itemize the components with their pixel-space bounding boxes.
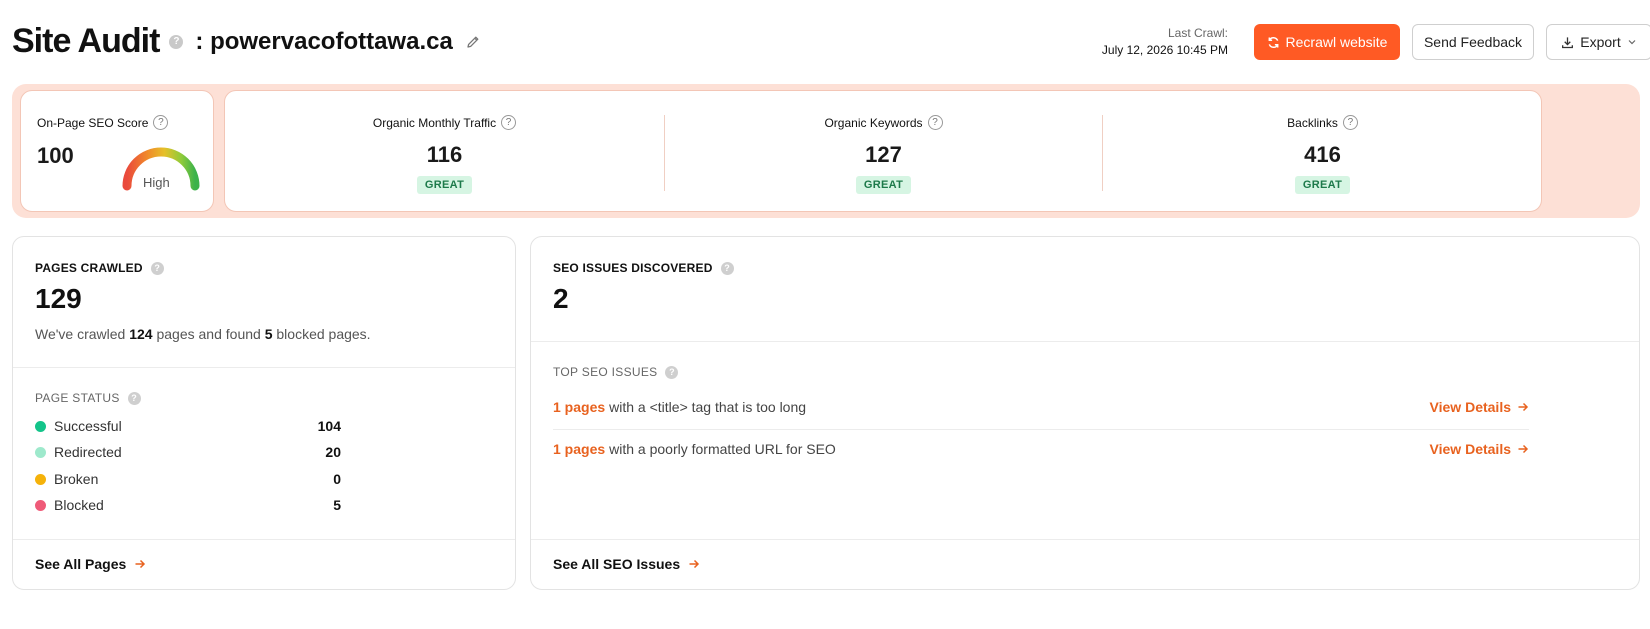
- recrawl-button[interactable]: Recrawl website: [1254, 24, 1400, 60]
- help-icon[interactable]: ?: [127, 391, 141, 405]
- metrics-card: Organic Monthly Traffic ? 116 GREAT Orga…: [224, 90, 1542, 212]
- arrow-right-icon: [1518, 444, 1529, 454]
- status-dot: [35, 499, 46, 511]
- pencil-icon[interactable]: [465, 34, 481, 50]
- status-dot: [35, 473, 46, 485]
- metric-backlinks: Backlinks ? 416 GREAT: [1103, 91, 1542, 213]
- issue-count[interactable]: 1 pages: [553, 399, 605, 415]
- metric-label: Organic Keywords ?: [664, 115, 1103, 130]
- refresh-icon: [1268, 36, 1278, 48]
- last-crawl-date: July 12, 2026 10:45 PM: [1101, 43, 1228, 57]
- status-badge: GREAT: [855, 176, 912, 194]
- issue-row: 1 pages with a poorly formatted URL for …: [553, 439, 1529, 459]
- status-badge: GREAT: [1294, 176, 1351, 194]
- recrawl-label: Recrawl website: [1285, 34, 1388, 50]
- help-icon[interactable]: ?: [1342, 115, 1358, 130]
- status-dot: [35, 446, 46, 458]
- download-icon: [1562, 36, 1574, 48]
- status-row-broken: Broken 0: [35, 469, 341, 489]
- divider: [531, 341, 1639, 342]
- domain-name: : powervacofottawa.ca: [195, 27, 453, 55]
- pages-crawled-total: 129: [35, 283, 82, 314]
- metric-label: Backlinks ?: [1103, 115, 1542, 130]
- divider: [553, 429, 1529, 430]
- arrow-right-icon: [135, 559, 146, 569]
- see-all-seo-issues-link[interactable]: See All SEO Issues: [553, 556, 700, 572]
- metric-organic-keywords: Organic Keywords ? 127 GREAT: [664, 91, 1103, 213]
- metric-value: 416: [1304, 142, 1341, 167]
- divider: [13, 539, 515, 540]
- help-icon[interactable]: ?: [927, 115, 943, 130]
- seo-score-label: On-Page SEO Score ?: [37, 115, 169, 130]
- metric-value: 116: [426, 142, 463, 167]
- metric-value: 127: [865, 142, 902, 167]
- help-icon[interactable]: ?: [169, 34, 184, 49]
- issue-row: 1 pages with a <title> tag that is too l…: [553, 397, 1529, 417]
- status-badge: GREAT: [416, 176, 473, 194]
- page-title: Site Audit: [12, 22, 160, 60]
- last-crawl: Last Crawl: July 12, 2026 10:45 PM: [1102, 26, 1228, 57]
- seo-issues-card: SEO ISSUES DISCOVERED ? 2 TOP SEO ISSUES…: [530, 236, 1640, 590]
- seo-issues-title: SEO ISSUES DISCOVERED ?: [553, 261, 734, 275]
- status-row-successful: Successful 104: [35, 416, 341, 436]
- top-seo-issues-title: TOP SEO ISSUES ?: [553, 365, 679, 379]
- chevron-down-icon: [1628, 40, 1636, 45]
- see-all-pages-link[interactable]: See All Pages: [35, 556, 146, 572]
- help-icon[interactable]: ?: [501, 115, 517, 130]
- issue-text: with a <title> tag that is too long: [609, 399, 807, 415]
- export-button[interactable]: Export: [1546, 24, 1650, 60]
- page-header: Site Audit ? : powervacofottawa.ca Last …: [12, 18, 1650, 62]
- last-crawl-label: Last Crawl:: [1167, 26, 1228, 40]
- arrow-right-icon: [689, 559, 700, 569]
- metric-label: Organic Monthly Traffic ?: [225, 115, 664, 130]
- seo-score-level: High: [143, 175, 170, 190]
- help-icon[interactable]: ?: [665, 365, 679, 379]
- pages-crawled-title: PAGES CRAWLED ?: [35, 261, 164, 275]
- arrow-right-icon: [1518, 402, 1529, 412]
- help-icon[interactable]: ?: [150, 261, 164, 275]
- page-status-title: PAGE STATUS ?: [35, 391, 141, 405]
- send-feedback-button[interactable]: Send Feedback: [1412, 24, 1534, 60]
- divider: [13, 367, 515, 368]
- seo-issues-total: 2: [553, 283, 569, 314]
- seo-score-value: 100: [37, 143, 74, 168]
- help-icon[interactable]: ?: [720, 261, 734, 275]
- status-row-blocked: Blocked 5: [35, 495, 341, 515]
- view-details-link[interactable]: View Details: [1430, 399, 1529, 415]
- export-label: Export: [1580, 34, 1621, 50]
- crawl-description: We've crawled 124 pages and found 5 bloc…: [35, 326, 371, 342]
- pages-crawled-card: PAGES CRAWLED ? 129 We've crawled 124 pa…: [12, 236, 516, 590]
- status-dot: [35, 420, 46, 432]
- view-details-link[interactable]: View Details: [1430, 441, 1529, 457]
- issue-count[interactable]: 1 pages: [553, 441, 605, 457]
- metric-organic-traffic: Organic Monthly Traffic ? 116 GREAT: [225, 91, 664, 213]
- divider: [531, 539, 1639, 540]
- status-row-redirected: Redirected 20: [35, 442, 341, 462]
- help-icon[interactable]: ?: [153, 115, 169, 130]
- seo-score-card: On-Page SEO Score ? 100 High: [20, 90, 214, 212]
- title-group: Site Audit ? : powervacofottawa.ca: [12, 22, 481, 61]
- issue-text: with a poorly formatted URL for SEO: [609, 441, 836, 457]
